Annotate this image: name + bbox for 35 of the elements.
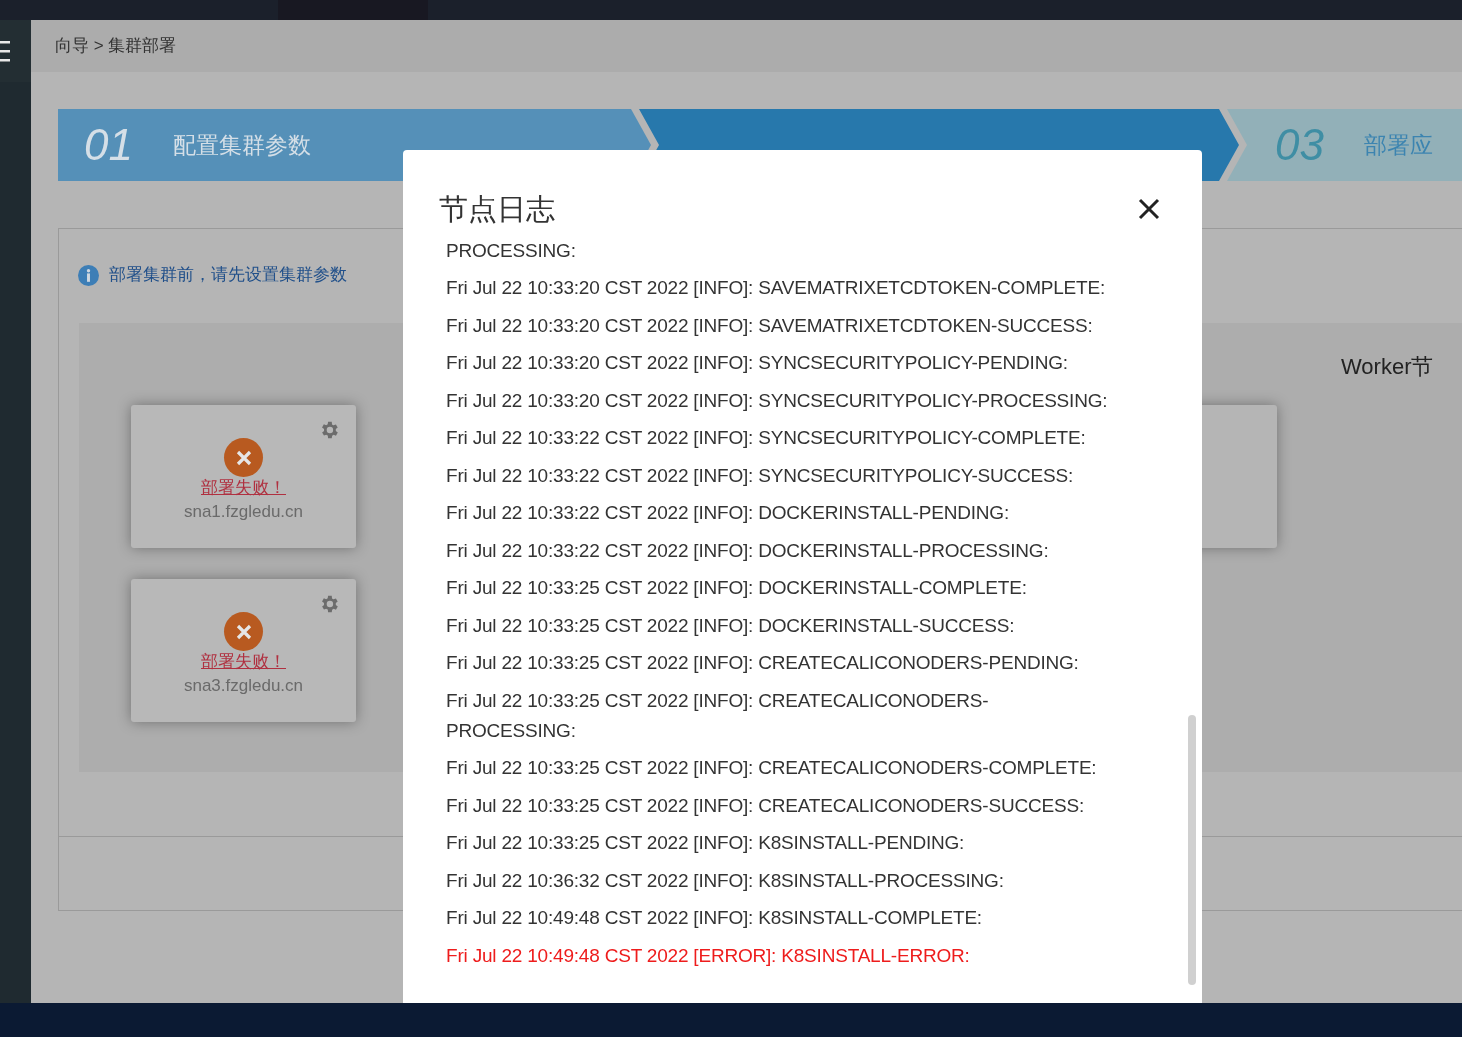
log-line: Fri Jul 22 10:49:48 CST 2022 [INFO]: K8SINSTALL-COMPLETE: (446, 906, 983, 931)
host-name: sna3.fzgledu.cn (183, 675, 304, 697)
log-line: PROCESSING: (446, 238, 577, 263)
step-number: 03 (1275, 119, 1324, 171)
step-label: 部署应 (1363, 130, 1433, 160)
log-line: Fri Jul 22 10:33:22 CST 2022 [INFO]: SYNCSECURITYPOLICY-SUCCESS: (446, 463, 1075, 488)
log-line: Fri Jul 22 10:33:25 CST 2022 [INFO]: K8SINSTALL-PENDING: (446, 831, 966, 856)
status-link[interactable]: 部署失败！ (201, 651, 286, 673)
log-line: Fri Jul 22 10:33:25 CST 2022 [INFO]: CREATECALICONODERS- PROCESSING: (446, 688, 990, 743)
log-line: Fri Jul 22 10:36:32 CST 2022 [INFO]: K8SINSTALL-PROCESSING: (446, 868, 1005, 893)
host-name: sna1.fzgledu.cn (183, 501, 304, 523)
step-number: 01 (84, 119, 133, 171)
log-line: Fri Jul 22 10:33:22 CST 2022 [INFO]: DOCKERINSTALL-PENDING: (446, 501, 1010, 526)
close-icon[interactable] (1138, 198, 1160, 220)
log-line: Fri Jul 22 10:49:48 CST 2022 [ERROR]: K8SINSTALL-ERROR: (446, 943, 971, 968)
log-line: Fri Jul 22 10:33:20 CST 2022 [INFO]: SAVEMATRIXETCDTOKEN-COMPLETE: (446, 276, 1107, 301)
step-label: 配置集群参数 (172, 130, 311, 160)
log-line: Fri Jul 22 10:33:20 CST 2022 [INFO]: SYNCSECURITYPOLICY-PENDING: (446, 351, 1069, 376)
breadcrumb: 向导 > 集群部署 (55, 35, 177, 58)
log-line: Fri Jul 22 10:33:22 CST 2022 [INFO]: DOCKERINSTALL-PROCESSING: (446, 538, 1050, 563)
log-line: Fri Jul 22 10:33:25 CST 2022 [INFO]: DOCKERINSTALL-SUCCESS: (446, 613, 1016, 638)
status-link[interactable]: 部署失败！ (201, 477, 286, 499)
log-line: Fri Jul 22 10:33:20 CST 2022 [INFO]: SYNCSECURITYPOLICY-PROCESSING: (446, 388, 1109, 413)
notice-text: 部署集群前，请先设置集群参数 (109, 264, 347, 287)
log-line: Fri Jul 22 10:33:25 CST 2022 [INFO]: CREATECALICONODERS-COMPLETE: (446, 756, 1098, 781)
log-line: Fri Jul 22 10:33:25 CST 2022 [INFO]: CREATECALICONODERS-PENDING: (446, 651, 1080, 676)
log-line: Fri Jul 22 10:33:25 CST 2022 [INFO]: DOCKERINSTALL-COMPLETE: (446, 576, 1028, 601)
log-line: Fri Jul 22 10:33:25 CST 2022 [INFO]: CREATECALICONODERS-SUCCESS: (446, 793, 1085, 818)
scrollbar[interactable] (1188, 715, 1196, 985)
log-line: Fri Jul 22 10:33:22 CST 2022 [INFO]: SYNCSECURITYPOLICY-COMPLETE: (446, 426, 1087, 451)
section-heading: Worker节 (1341, 353, 1434, 381)
menu-icon[interactable] (0, 38, 10, 64)
info-icon (78, 264, 99, 286)
dialog-title: 节点日志 (439, 192, 555, 227)
log-line: Fri Jul 22 10:33:20 CST 2022 [INFO]: SAVEMATRIXETCDTOKEN-SUCCESS: (446, 313, 1094, 338)
